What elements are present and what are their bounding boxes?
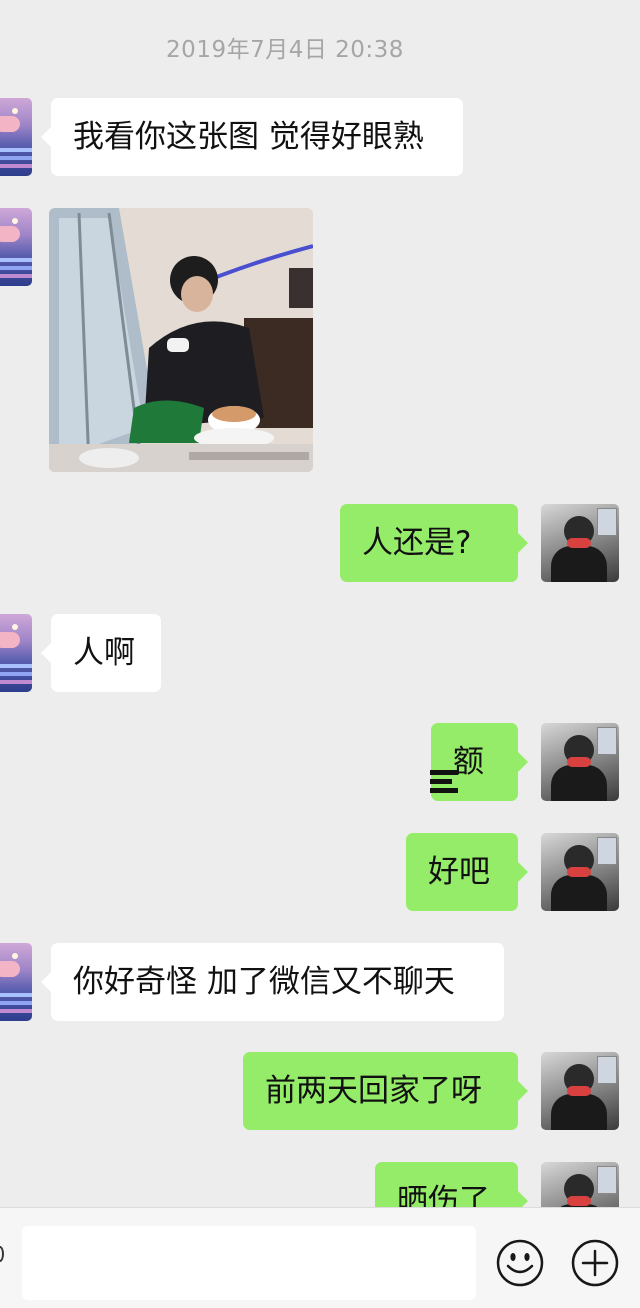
contact-avatar[interactable] (0, 98, 32, 176)
message-text: 人还是? (362, 525, 472, 561)
contact-avatar[interactable] (0, 943, 32, 1021)
message-text: 好吧 (428, 854, 490, 890)
message-text: 晒伤了 (397, 1183, 490, 1207)
photo-message[interactable] (49, 208, 313, 472)
message-bubble-sent[interactable]: 前两天回家了呀 (243, 1052, 528, 1130)
contact-avatar[interactable] (0, 208, 32, 286)
message-bubble-received[interactable]: 我看你这张图 觉得好眼熟 (41, 98, 463, 176)
message-text: 前两天回家了呀 (265, 1073, 482, 1109)
voice-icon[interactable] (0, 1246, 4, 1262)
message-text: 我看你这张图 觉得好眼熟 (73, 119, 424, 155)
user-avatar[interactable] (541, 833, 619, 911)
message-bubble-received[interactable]: 人啊 (41, 614, 161, 692)
message-text: 人啊 (73, 635, 135, 671)
redaction-mark (430, 770, 460, 798)
input-bar (0, 1207, 640, 1308)
plus-icon[interactable] (570, 1238, 620, 1288)
message-bubble-sent[interactable]: 好吧 (406, 833, 528, 911)
contact-avatar[interactable] (0, 614, 32, 692)
user-avatar[interactable] (541, 723, 619, 801)
user-avatar[interactable] (541, 1162, 619, 1207)
chat-area[interactable]: 2019年7月4日 20:38 我看你这张图 觉得好眼熟 人还是? 人啊 额 好… (0, 0, 640, 1207)
timestamp: 2019年7月4日 20:38 (166, 37, 404, 63)
message-input[interactable] (22, 1226, 476, 1300)
message-bubble-received[interactable]: 你好奇怪 加了微信又不聊天 (41, 943, 504, 1021)
user-avatar[interactable] (541, 1052, 619, 1130)
emoji-icon[interactable] (495, 1238, 545, 1288)
message-text: 你好奇怪 加了微信又不聊天 (73, 964, 455, 1000)
message-bubble-sent[interactable]: 晒伤了 (375, 1162, 528, 1207)
user-avatar[interactable] (541, 504, 619, 582)
message-bubble-sent[interactable]: 人还是? (340, 504, 528, 582)
